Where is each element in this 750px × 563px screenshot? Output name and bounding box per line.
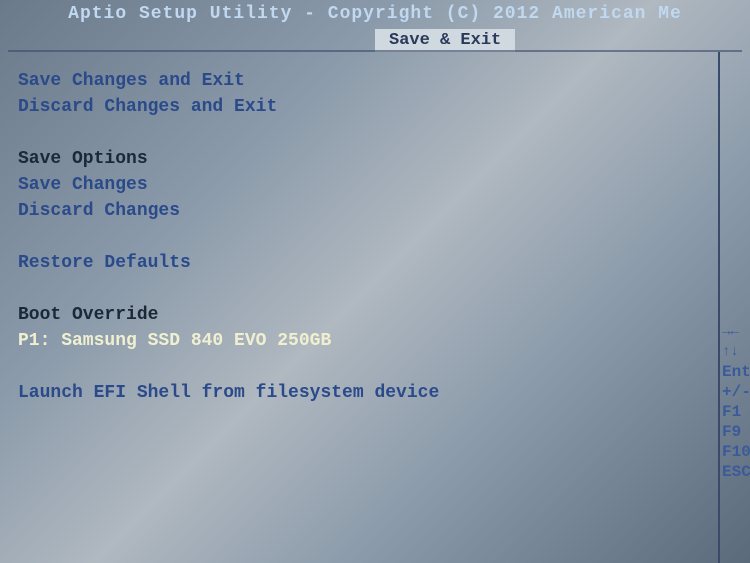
menu-launch-efi-shell[interactable]: Launch EFI Shell from filesystem device: [18, 380, 700, 406]
help-arrows-lr: →←: [720, 322, 750, 342]
bios-header: Aptio Setup Utility - Copyright (C) 2012…: [0, 0, 750, 28]
spacer: [18, 120, 700, 146]
help-enter: Ent: [720, 362, 750, 382]
help-arrows-ud: ↑↓: [720, 342, 750, 362]
help-plusminus: +/-: [720, 382, 750, 402]
header-title: Aptio Setup Utility - Copyright (C) 2012…: [68, 4, 682, 24]
tab-save-exit[interactable]: Save & Exit: [375, 29, 515, 52]
spacer: [18, 224, 700, 250]
section-boot-override: Boot Override: [18, 302, 700, 328]
help-f10: F10: [720, 442, 750, 462]
menu-discard-changes[interactable]: Discard Changes: [18, 198, 700, 224]
help-sidebar: →← ↑↓ Ent +/- F1 F9 F10 ESC: [720, 52, 750, 563]
help-f1: F1: [720, 402, 750, 422]
spacer: [18, 276, 700, 302]
spacer: [18, 354, 700, 380]
section-save-options: Save Options: [18, 146, 700, 172]
help-f9: F9: [720, 422, 750, 442]
menu-boot-device-selected[interactable]: P1: Samsung SSD 840 EVO 250GB: [18, 328, 700, 354]
menu-save-changes-exit[interactable]: Save Changes and Exit: [18, 68, 700, 94]
menu-save-changes[interactable]: Save Changes: [18, 172, 700, 198]
tab-bar: Save & Exit: [0, 28, 750, 52]
help-esc: ESC: [720, 462, 750, 482]
menu-restore-defaults[interactable]: Restore Defaults: [18, 250, 700, 276]
main-area: Save Changes and Exit Discard Changes an…: [0, 52, 750, 563]
menu-content: Save Changes and Exit Discard Changes an…: [0, 52, 720, 563]
menu-discard-changes-exit[interactable]: Discard Changes and Exit: [18, 94, 700, 120]
